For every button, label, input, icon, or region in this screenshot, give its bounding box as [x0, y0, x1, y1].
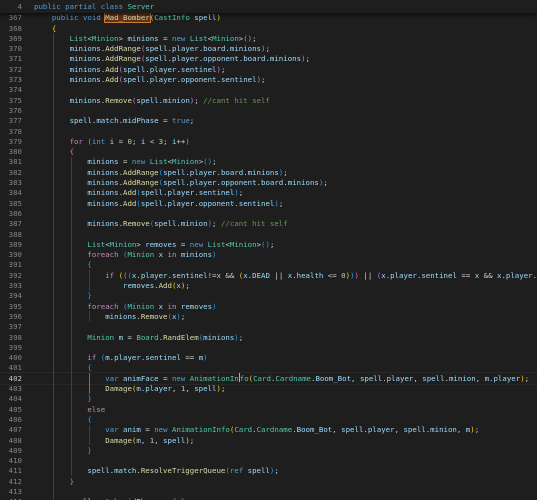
line-number: 4: [17, 2, 22, 11]
indent-guide: [70, 156, 72, 476]
indent-guide: [88, 373, 90, 394]
code-line-text: public partial class Server: [34, 0, 537, 13]
code-token: class: [100, 2, 124, 11]
indent-guide: [88, 270, 90, 291]
indent-guide: [52, 33, 54, 500]
code-token: Server: [127, 2, 155, 11]
code-line-text: spell.match.midPhase = false;: [34, 495, 537, 500]
line-number: 414: [0, 495, 22, 500]
indent-guide: [88, 424, 90, 446]
indent-guide: [88, 311, 90, 322]
code-editor[interactable]: 4 public partial class Server 367 public …: [0, 0, 537, 500]
sticky-line[interactable]: 4 public partial class Server: [0, 0, 537, 13]
sticky-scroll-header[interactable]: 4 public partial class Server: [0, 0, 537, 13]
code-line[interactable]: 414 spell.match.midPhase = false;: [0, 495, 537, 500]
code-token: partial: [65, 2, 97, 11]
code-token: public: [34, 2, 61, 11]
